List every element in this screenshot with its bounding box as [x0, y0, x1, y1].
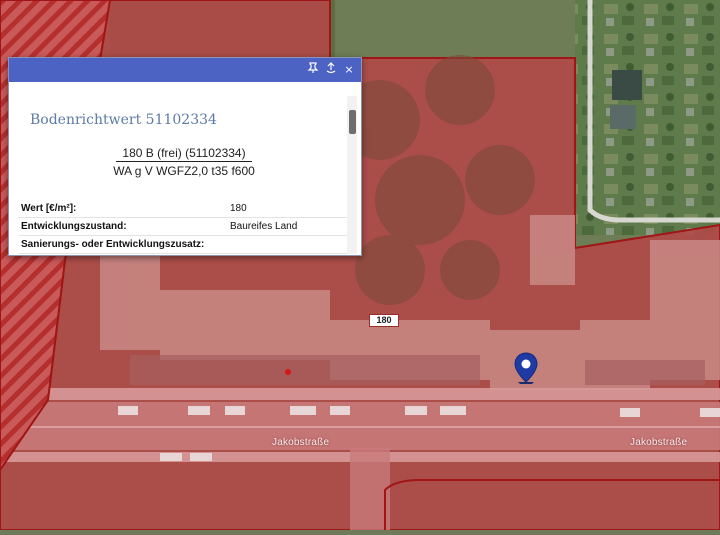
land-value-fraction: 180 B (frei) (51102334) WA g V WGFZ2,0 t…	[19, 146, 349, 178]
attribute-key: Entwicklungszustand:	[19, 217, 228, 236]
red-marker-dot	[285, 369, 291, 375]
detach-icon[interactable]	[323, 62, 339, 78]
pin-icon[interactable]	[305, 62, 321, 78]
info-popup[interactable]: × Bodenrichtwert 51102334 180 B (frei) (…	[8, 57, 362, 256]
street-label-left: Jakobstraße	[272, 437, 330, 448]
table-row: Wert [€/m²]: 180	[19, 200, 349, 218]
popup-body[interactable]: Bodenrichtwert 51102334 180 B (frei) (51…	[19, 96, 357, 254]
attribute-table: Wert [€/m²]: 180 Entwicklungszustand: Ba…	[19, 200, 349, 254]
fraction-denominator: WA g V WGFZ2,0 t35 f600	[113, 164, 255, 178]
table-row: Sanierungs- oder Entwicklungszusatz:	[19, 235, 349, 254]
scrollbar-thumb[interactable]	[349, 110, 356, 134]
fraction-numerator: 180 B (frei) (51102334)	[116, 146, 252, 162]
table-row: Entwicklungszustand: Baureifes Land	[19, 217, 349, 236]
attribute-key: Sanierungs- oder Entwicklungszusatz:	[19, 235, 228, 254]
allotment-gardens-area	[575, 0, 720, 235]
attribute-value: 180	[228, 200, 349, 218]
popup-title: Bodenrichtwert 51102334	[30, 112, 217, 128]
attribute-key: Wert [€/m²]:	[19, 200, 228, 218]
popup-titlebar[interactable]: ×	[9, 58, 361, 82]
close-icon[interactable]: ×	[341, 62, 357, 78]
land-value-label: 180	[369, 314, 399, 327]
attribute-value	[228, 235, 349, 254]
attribute-value: Baureifes Land	[228, 217, 349, 236]
street-label-right: Jakobstraße	[630, 437, 688, 448]
popup-scrollbar[interactable]	[347, 96, 357, 254]
location-pin-icon[interactable]	[514, 352, 538, 386]
